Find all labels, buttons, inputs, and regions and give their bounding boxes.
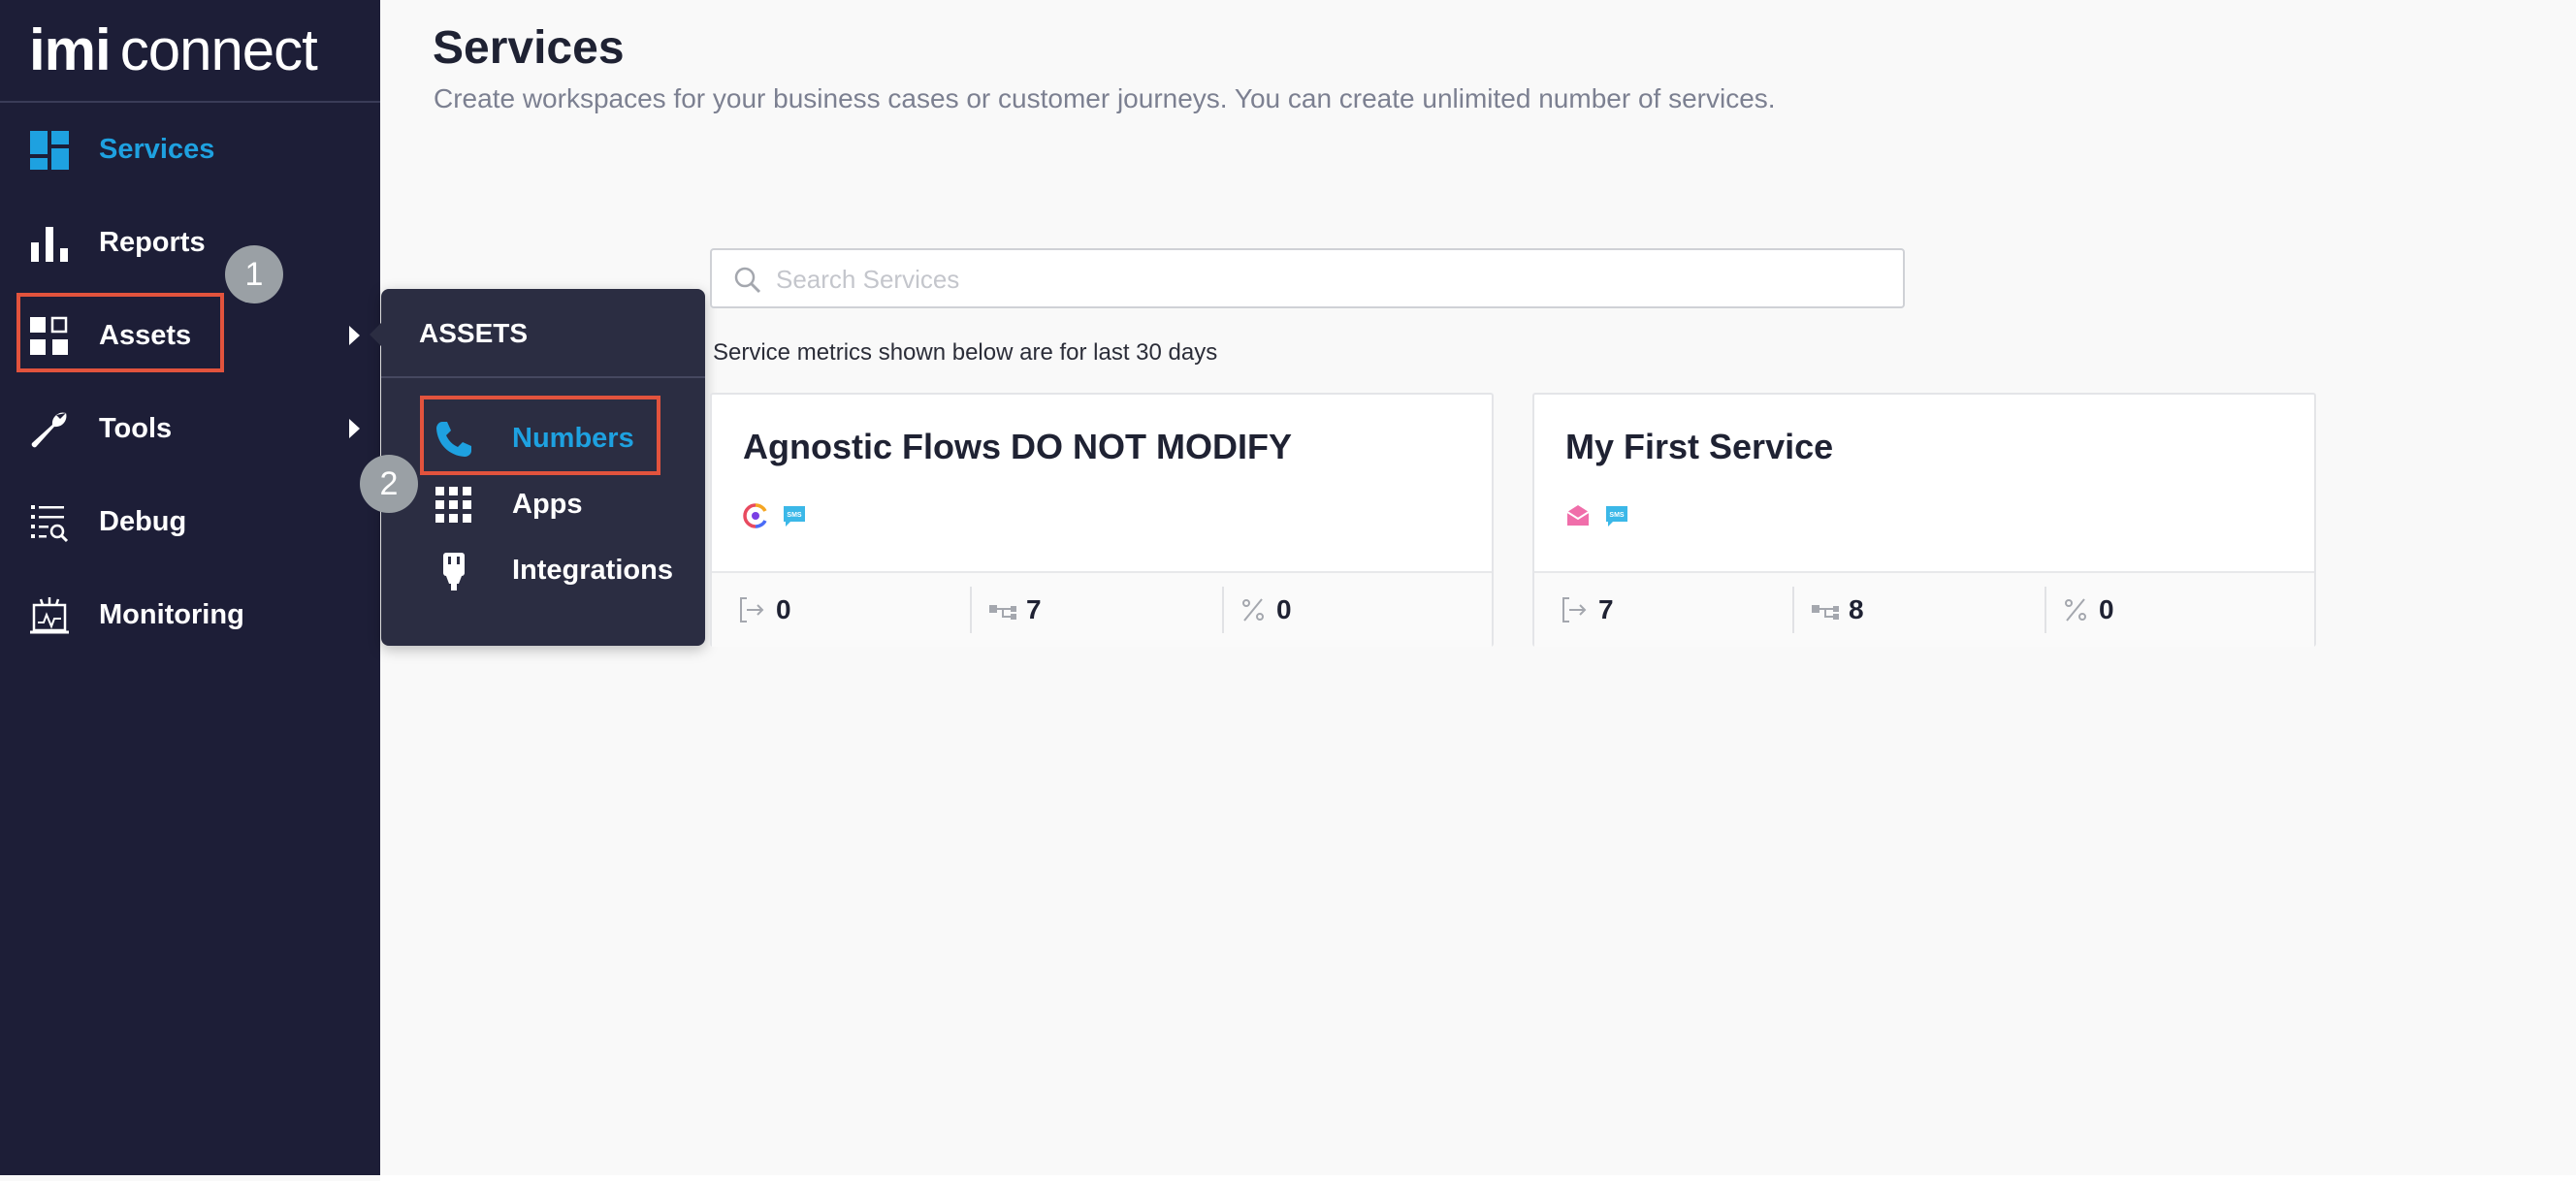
- sidebar-item-tools[interactable]: Tools: [0, 390, 380, 467]
- caret-right-icon: [349, 326, 360, 345]
- service-channels: SMS: [743, 503, 807, 530]
- sidebar-item-reports[interactable]: Reports: [0, 204, 380, 281]
- metric-flows: 8: [1810, 573, 1864, 647]
- svg-text:SMS: SMS: [1609, 512, 1625, 519]
- service-metrics: 7 8 0: [1534, 571, 2314, 647]
- monitoring-screen-icon: [30, 597, 69, 634]
- metric-percent: 0: [2060, 573, 2114, 647]
- flyout-item-label: Numbers: [512, 423, 634, 454]
- service-card[interactable]: My First Service SMS 7 8 0: [1532, 393, 2316, 647]
- logo-imi: imi: [29, 16, 112, 82]
- flyout-item-numbers[interactable]: Numbers: [381, 409, 705, 467]
- metric-divider: [1222, 587, 1224, 633]
- sidebar-item-label: Reports: [99, 227, 206, 258]
- metric-flows: 7: [987, 573, 1042, 647]
- metric-value: 0: [776, 594, 791, 624]
- page-subtitle: Create workspaces for your business case…: [434, 83, 1776, 113]
- plug-icon: [443, 553, 465, 590]
- sidebar-item-label: Services: [99, 134, 215, 165]
- bar-chart-icon: [31, 227, 68, 262]
- inbound-arrow-icon: [1562, 597, 1587, 622]
- sidebar-item-label: Assets: [99, 320, 192, 351]
- service-channels: SMS: [1565, 503, 1629, 530]
- search-input[interactable]: [774, 250, 1893, 308]
- sidebar-item-monitoring[interactable]: Monitoring: [0, 576, 380, 654]
- sidebar-item-label: Debug: [99, 506, 187, 537]
- flyout-divider: [381, 376, 705, 378]
- sidebar-item-label: Monitoring: [99, 599, 244, 630]
- sidebar: imi connect Services Reports Assets Tool…: [0, 0, 380, 1175]
- flyout-item-apps[interactable]: Apps: [381, 475, 705, 533]
- percent-icon: [1242, 598, 1264, 622]
- metric-inbound: 7: [1560, 573, 1614, 647]
- service-metrics: 0 7 0: [712, 571, 1492, 647]
- metric-value: 0: [2099, 594, 2114, 624]
- service-card-title: My First Service: [1565, 427, 1834, 466]
- service-card[interactable]: Agnostic Flows DO NOT MODIFY SMS 0 7 0: [710, 393, 1494, 647]
- sidebar-item-services[interactable]: Services: [0, 111, 380, 188]
- search-box: [710, 248, 1905, 308]
- custom-channel-icon: [743, 503, 767, 528]
- metric-divider: [970, 587, 972, 633]
- metric-value: 7: [1598, 594, 1614, 624]
- search-icon: [734, 267, 761, 294]
- metric-divider: [2045, 587, 2046, 633]
- flyout-item-integrations[interactable]: Integrations: [381, 541, 705, 599]
- services-dashboard-icon: [30, 131, 69, 170]
- sms-icon: SMS: [784, 506, 805, 527]
- logo-connect: connect: [119, 16, 318, 82]
- phone-icon: [436, 422, 471, 457]
- inbound-arrow-icon: [740, 597, 764, 622]
- metric-divider: [1792, 587, 1794, 633]
- metric-inbound: 0: [737, 573, 791, 647]
- sidebar-item-label: Tools: [99, 413, 173, 444]
- app-logo[interactable]: imi connect: [29, 6, 318, 93]
- wrench-icon: [31, 412, 67, 448]
- assets-grid-icon: [30, 316, 68, 355]
- sidebar-divider: [0, 101, 380, 103]
- apps-grid-icon: [435, 487, 471, 523]
- bottom-edge: [380, 1175, 2576, 1181]
- flow-branch-icon: [1812, 605, 1839, 620]
- flyout-item-label: Apps: [512, 489, 583, 520]
- assets-flyout-menu: ASSETS Numbers Apps Integrations: [370, 289, 705, 646]
- metrics-note: Service metrics shown below are for last…: [713, 339, 1218, 366]
- metric-percent: 0: [1238, 573, 1292, 647]
- flyout-item-label: Integrations: [512, 555, 673, 586]
- svg-text:SMS: SMS: [787, 512, 802, 519]
- flyout-pointer: [370, 321, 383, 348]
- caret-right-icon: [349, 419, 360, 438]
- sms-icon: SMS: [1606, 506, 1627, 527]
- service-card-title: Agnostic Flows DO NOT MODIFY: [743, 427, 1292, 466]
- flyout-title: ASSETS: [419, 318, 529, 348]
- metric-value: 8: [1849, 594, 1864, 624]
- step-badge-2: 2: [360, 455, 418, 513]
- percent-icon: [2065, 598, 2086, 622]
- sidebar-item-assets[interactable]: Assets: [0, 297, 380, 374]
- debug-list-search-icon: [31, 505, 69, 543]
- email-icon: [1566, 505, 1590, 526]
- sidebar-item-debug[interactable]: Debug: [0, 483, 380, 560]
- flow-branch-icon: [989, 605, 1016, 620]
- page-title: Services: [433, 22, 625, 74]
- metric-value: 7: [1026, 594, 1042, 624]
- step-badge-1: 1: [225, 245, 283, 303]
- metric-value: 0: [1276, 594, 1292, 624]
